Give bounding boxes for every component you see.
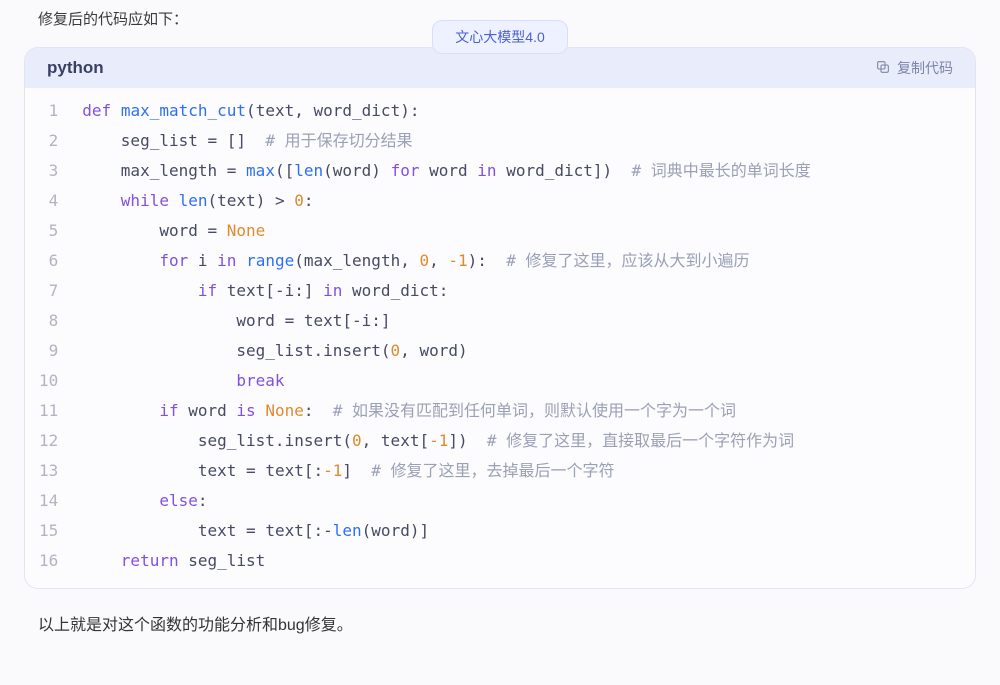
line-number: 5 <box>39 216 68 246</box>
copy-code-label: 复制代码 <box>897 58 953 78</box>
line-number: 8 <box>39 306 68 336</box>
line-number: 7 <box>39 276 68 306</box>
copy-code-button[interactable]: 复制代码 <box>875 58 953 78</box>
line-number: 2 <box>39 126 68 156</box>
line-number-gutter: 12345678910111213141516 <box>25 96 68 576</box>
line-number: 15 <box>39 516 68 546</box>
line-number: 11 <box>39 396 68 426</box>
line-number: 14 <box>39 486 68 516</box>
code-body: 12345678910111213141516 def max_match_cu… <box>25 88 975 588</box>
line-number: 4 <box>39 186 68 216</box>
line-number: 9 <box>39 336 68 366</box>
code-content[interactable]: def max_match_cut(text, word_dict): seg_… <box>68 96 975 576</box>
copy-icon <box>875 59 891 78</box>
outro-text: 以上就是对这个函数的功能分析和bug修复。 <box>0 589 1000 635</box>
code-language-label: python <box>47 58 104 78</box>
line-number: 6 <box>39 246 68 276</box>
code-block: python 复制代码 12345678910111213141516 def … <box>24 47 976 589</box>
code-header: python 复制代码 <box>25 48 975 88</box>
line-number: 10 <box>39 366 68 396</box>
line-number: 13 <box>39 456 68 486</box>
line-number: 1 <box>39 96 68 126</box>
line-number: 12 <box>39 426 68 456</box>
line-number: 3 <box>39 156 68 186</box>
line-number: 16 <box>39 546 68 576</box>
model-badge[interactable]: 文心大模型4.0 <box>432 20 567 54</box>
